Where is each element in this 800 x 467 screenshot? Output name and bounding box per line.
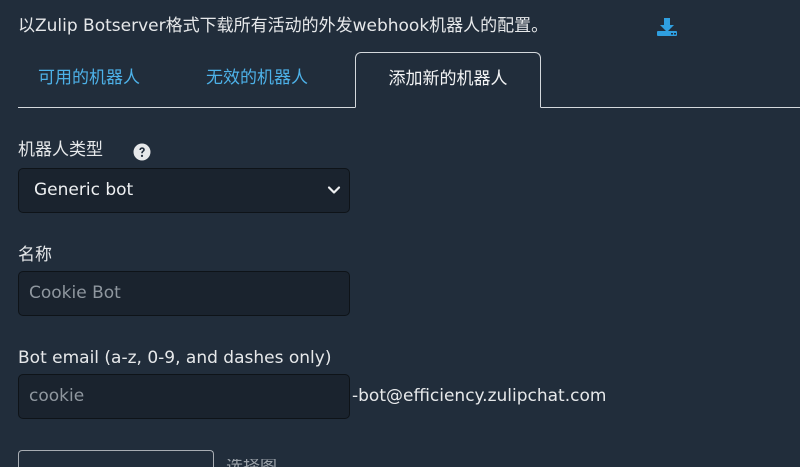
name-placeholder: Cookie Bot: [29, 283, 121, 303]
bot-type-label: 机器人类型: [18, 140, 103, 160]
email-input[interactable]: cookie: [18, 374, 350, 419]
add-bot-panel: 以Zulip Botserver格式下载所有活动的外发webhook机器人的配置…: [0, 0, 800, 467]
question-circle-icon[interactable]: [133, 143, 151, 161]
name-input[interactable]: Cookie Bot: [18, 271, 350, 316]
bot-type-selected: Generic bot: [34, 180, 134, 200]
avatar-upload-label: 选择图: [226, 459, 296, 467]
avatar-upload-button[interactable]: [18, 450, 214, 467]
email-domain-suffix: -bot@efficiency.zulipchat.com: [352, 386, 607, 406]
name-label: 名称: [18, 245, 52, 265]
tab-inactive-bots[interactable]: 无效的机器人: [206, 66, 308, 90]
bot-tabs: 可用的机器人 无效的机器人 添加新的机器人: [18, 52, 800, 108]
chevron-down-icon: [327, 186, 341, 194]
download-config-description: 以Zulip Botserver格式下载所有活动的外发webhook机器人的配置…: [18, 16, 549, 36]
download-icon[interactable]: [656, 17, 678, 37]
email-placeholder: cookie: [29, 386, 85, 406]
tab-active-bots[interactable]: 可用的机器人: [38, 66, 140, 90]
bot-type-select[interactable]: Generic bot: [18, 168, 350, 213]
email-label: Bot email (a-z, 0-9, and dashes only): [18, 348, 332, 368]
tab-add-new-bot[interactable]: 添加新的机器人: [355, 52, 541, 108]
